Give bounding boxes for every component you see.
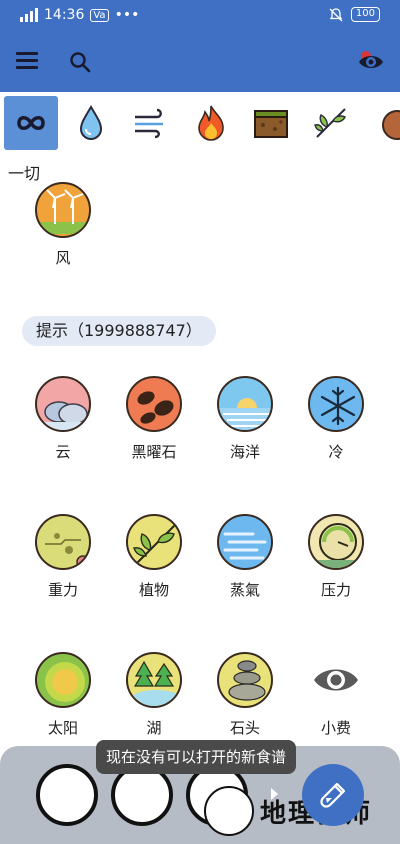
cloud-icon <box>35 376 91 432</box>
sun-icon <box>35 652 91 708</box>
category-earth-button[interactable] <box>244 96 298 150</box>
eye-icon <box>308 652 364 708</box>
status-time: 14:36 <box>44 7 85 23</box>
category-water-button[interactable] <box>64 96 118 150</box>
category-stone-button[interactable] <box>364 96 400 150</box>
status-badge: Va <box>90 8 109 22</box>
element-name: 云 <box>55 443 71 461</box>
element-name: 冷 <box>328 443 344 461</box>
obsidian-icon <box>126 376 182 432</box>
app-bar <box>0 32 400 92</box>
element-name: 湖 <box>146 719 162 737</box>
plant-icon <box>126 514 182 570</box>
category-wind-button[interactable] <box>124 96 178 150</box>
element-name: 蒸氣 <box>229 581 260 599</box>
category-strip <box>0 92 400 154</box>
status-bar: 14:36 Va ••• 100 <box>0 0 400 32</box>
fire-icon <box>198 105 224 141</box>
element-sun[interactable]: 太阳 <box>23 652 103 738</box>
stone-icon <box>382 110 400 140</box>
category-plant-button[interactable] <box>304 96 358 150</box>
category-fire-button[interactable] <box>184 96 238 150</box>
element-pressure[interactable]: 压力 <box>296 514 376 600</box>
ocean-icon <box>217 376 273 432</box>
mix-button[interactable] <box>302 764 364 826</box>
status-right: 100 <box>329 7 380 22</box>
water-drop-icon <box>79 105 103 141</box>
element-name: 小费 <box>320 719 351 737</box>
element-name: 黑曜石 <box>131 443 177 461</box>
element-name: 风 <box>55 249 71 267</box>
element-steam[interactable]: 蒸氣 <box>205 514 285 600</box>
status-left: 14:36 Va ••• <box>20 7 139 23</box>
element-wind[interactable]: 风 <box>23 182 103 268</box>
element-name: 压力 <box>320 581 351 599</box>
wind-icon <box>135 108 163 139</box>
test-tube-icon <box>320 782 346 808</box>
steam-icon <box>217 514 273 570</box>
element-ocean[interactable]: 海洋 <box>205 376 285 462</box>
element-obsidian[interactable]: 黑曜石 <box>114 376 194 462</box>
stacked-stones-icon <box>217 652 273 708</box>
element-name: 重力 <box>47 581 78 599</box>
category-all-button[interactable] <box>4 96 58 150</box>
battery-indicator: 100 <box>350 7 380 22</box>
earth-soil-icon <box>254 110 288 138</box>
eye-icon[interactable] <box>356 46 386 76</box>
element-stone[interactable]: 石头 <box>205 652 285 738</box>
element-name: 海洋 <box>229 443 260 461</box>
element-cloud[interactable]: 云 <box>23 376 103 462</box>
hamburger-menu-icon[interactable] <box>16 52 38 70</box>
bell-muted-icon <box>329 7 343 21</box>
recipe-slot-1[interactable] <box>36 764 98 826</box>
infinity-icon <box>17 116 45 130</box>
element-tip[interactable]: 小费 <box>296 652 376 738</box>
element-plant[interactable]: 植物 <box>114 514 194 600</box>
element-name: 太阳 <box>47 719 78 737</box>
toast-message: 现在没有可以打开的新食谱 <box>96 740 297 774</box>
element-name: 石头 <box>229 719 260 737</box>
status-more: ••• <box>114 7 140 23</box>
wind-turbine-icon <box>35 182 91 238</box>
plant-leaf-icon <box>314 108 346 138</box>
category-title: 一切 <box>8 164 41 183</box>
hint-button[interactable]: 提示（1999888747） <box>22 316 216 346</box>
element-gravity[interactable]: 重力 <box>23 514 103 600</box>
gravity-planet-icon <box>35 514 91 570</box>
search-icon[interactable] <box>68 50 92 74</box>
element-cold[interactable]: 冷 <box>296 376 376 462</box>
snowflake-icon <box>308 376 364 432</box>
pressure-gauge-icon <box>308 514 364 570</box>
element-name: 植物 <box>138 581 169 599</box>
signal-icon <box>20 8 38 22</box>
lake-trees-icon <box>126 652 182 708</box>
watermark-logo-icon <box>204 786 254 836</box>
element-lake[interactable]: 湖 <box>114 652 194 738</box>
